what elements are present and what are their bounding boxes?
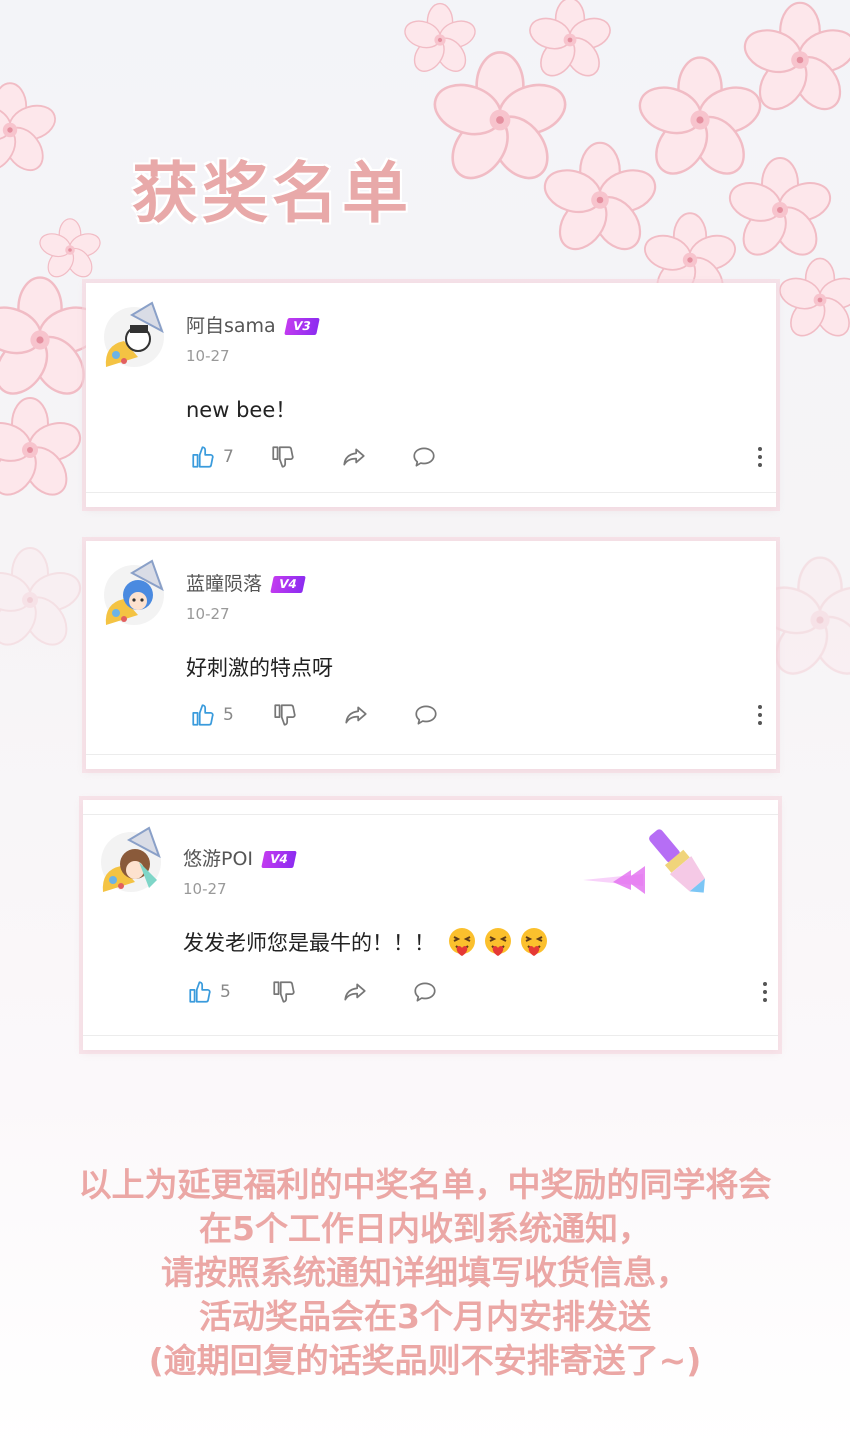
more-vertical-icon[interactable]	[761, 981, 769, 1003]
notice-line: 活动奖品会在3个月内安排发送	[199, 1297, 651, 1336]
hug-emoji	[484, 928, 511, 956]
notice-line: 在5个工作日内收到系统通知，	[199, 1209, 651, 1248]
reply-bubble-icon	[414, 982, 436, 1002]
user-avatar[interactable]	[91, 822, 171, 902]
comment-actions: 5	[187, 978, 767, 1008]
vip-level-badge: V4	[261, 851, 297, 868]
more-vertical-icon[interactable]	[756, 446, 764, 468]
like-button[interactable]: 5	[190, 701, 234, 729]
reply-bubble-icon	[413, 447, 435, 467]
vip-level-badge: V3	[283, 318, 320, 335]
thumbs-down-icon	[272, 446, 294, 468]
comment-actions: 7	[190, 443, 762, 473]
share-icon	[343, 448, 365, 466]
hug-emoji	[448, 928, 475, 956]
vip-level-badge: V4	[270, 576, 306, 593]
divider	[83, 814, 778, 815]
dislike-button[interactable]	[272, 701, 298, 729]
thumbs-down-icon	[273, 981, 295, 1003]
share-icon	[345, 706, 367, 724]
username[interactable]: 悠游POI V4	[183, 844, 297, 871]
thumbs-up-icon	[189, 981, 211, 1003]
thumbs-up-icon	[192, 704, 214, 726]
like-count: 5	[220, 982, 231, 1002]
dislike-button[interactable]	[271, 978, 297, 1006]
notice-line: (逾期回复的话奖品则不安排寄送了~)	[148, 1341, 702, 1380]
comment-card: 悠游POI V4 10-27 发发老师您是最牛的！！！ 5	[83, 800, 778, 1050]
divider	[86, 754, 776, 755]
share-button[interactable]	[342, 701, 370, 729]
reply-bubble-icon	[415, 705, 437, 725]
page-title: 获奖名单	[132, 155, 412, 232]
user-avatar[interactable]	[94, 297, 174, 377]
thumbs-down-icon	[274, 704, 296, 726]
reply-button[interactable]	[411, 978, 439, 1006]
comment-actions: 5	[190, 701, 762, 731]
like-button[interactable]: 7	[190, 443, 234, 471]
more-vertical-icon[interactable]	[756, 704, 764, 726]
comment-text: 好刺激的特点呀	[186, 656, 333, 680]
username[interactable]: 阿自sama V3	[186, 311, 320, 338]
share-button[interactable]	[341, 978, 369, 1006]
comment-card: 阿自sama V3 10-27 new bee！ 7	[86, 283, 776, 507]
divider	[83, 1035, 778, 1036]
like-count: 7	[223, 447, 234, 467]
comment-date: 10-27	[186, 347, 230, 365]
user-avatar[interactable]	[94, 555, 174, 635]
comment-date: 10-27	[186, 605, 230, 623]
username[interactable]: 蓝瞳陨落 V4	[186, 569, 306, 596]
share-icon	[344, 983, 366, 1001]
comment-card: 蓝瞳陨落 V4 10-27 好刺激的特点呀 5	[86, 541, 776, 769]
reply-button[interactable]	[410, 443, 438, 471]
dislike-button[interactable]	[270, 443, 296, 471]
notice-line: 请按照系统通知详细填写收货信息，	[161, 1253, 689, 1292]
comment-date: 10-27	[183, 880, 227, 898]
reply-button[interactable]	[412, 701, 440, 729]
like-count: 5	[223, 705, 234, 725]
share-button[interactable]	[340, 443, 368, 471]
comment-text: new bee！	[186, 398, 297, 422]
paintbrush-decoration	[583, 829, 705, 894]
like-button[interactable]: 5	[187, 978, 231, 1006]
hug-emoji	[520, 928, 547, 956]
notice-line: 以上为延更福利的中奖名单，中奖励的同学将会	[78, 1165, 772, 1204]
thumbs-up-icon	[192, 446, 214, 468]
comment-text: 发发老师您是最牛的！！！	[183, 926, 550, 958]
divider	[86, 492, 776, 493]
